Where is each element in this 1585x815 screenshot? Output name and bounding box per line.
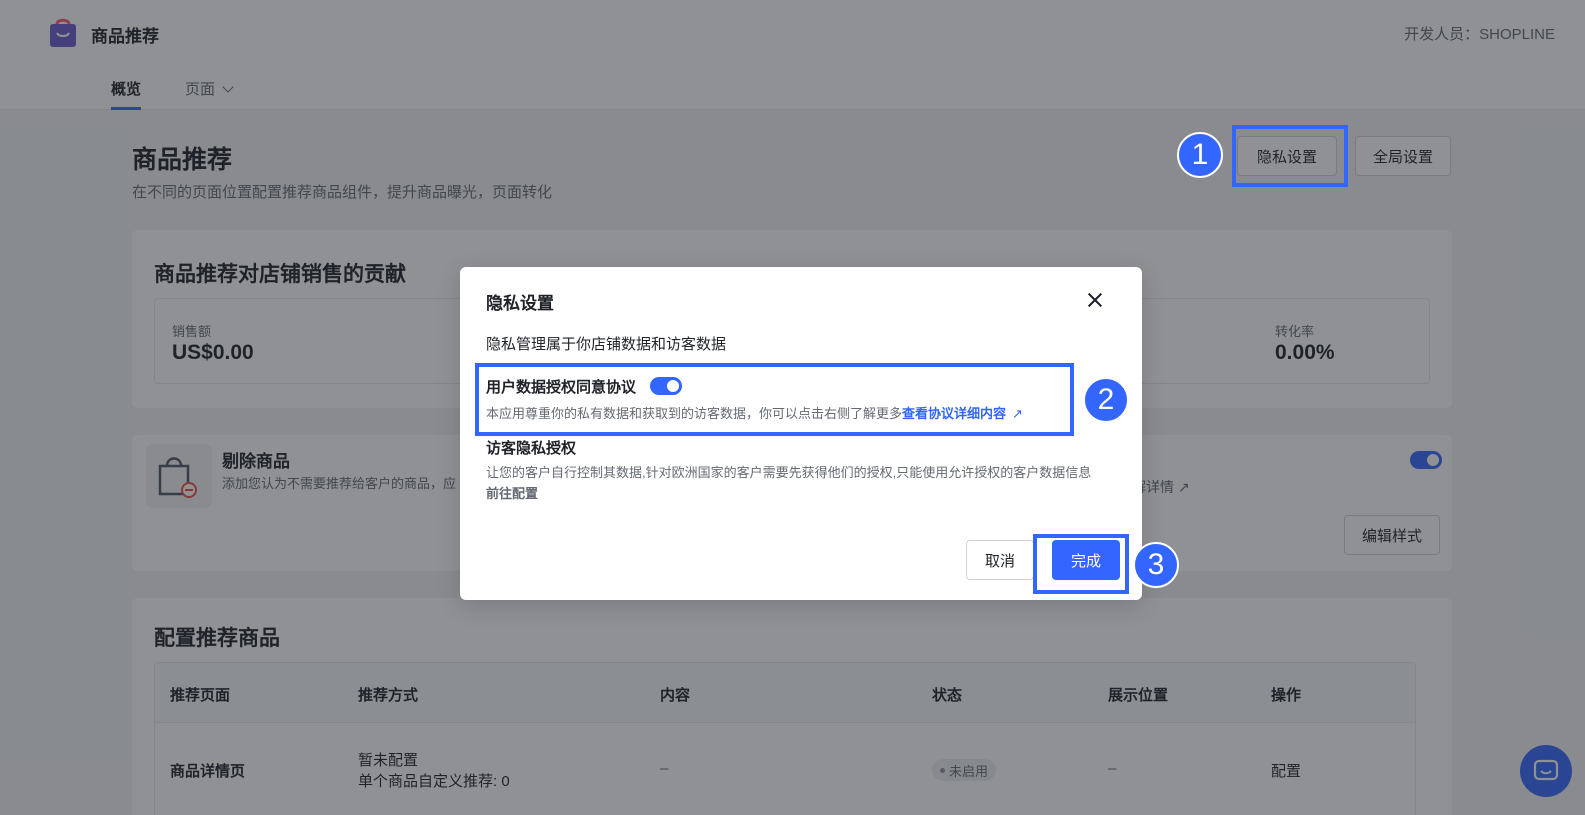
go-configure-link[interactable]: 前往配置 (486, 483, 538, 502)
agreement-toggle[interactable] (650, 377, 682, 395)
visitor-privacy-description: 让您的客户自行控制其数据,针对欧洲国家的客户需要先获得他们的授权,只能使用允许授… (486, 465, 1092, 480)
agreement-description: 本应用尊重你的私有数据和获取到的访客数据，你可以点击右侧了解更多查看协议详细内容… (486, 403, 1023, 422)
external-link-icon[interactable]: ↗ (1012, 406, 1023, 421)
view-agreement-link[interactable]: 查看协议详细内容 (902, 406, 1006, 421)
step-badge-2: 2 (1083, 377, 1129, 423)
agreement-description-text: 本应用尊重你的私有数据和获取到的访客数据，你可以点击右侧了解更多 (486, 406, 903, 421)
privacy-settings-dialog: 隐私设置 隐私管理属于你店铺数据和访客数据 用户数据授权同意协议 本应用尊重你的… (460, 267, 1142, 600)
agreement-title: 用户数据授权同意协议 (486, 379, 637, 396)
dialog-title: 隐私设置 (486, 294, 554, 313)
cancel-button[interactable]: 取消 (966, 540, 1034, 580)
step-badge-3: 3 (1133, 542, 1179, 588)
close-icon[interactable] (1080, 285, 1110, 315)
step-badge-1: 1 (1177, 132, 1223, 178)
dialog-intro: 隐私管理属于你店铺数据和访客数据 (486, 336, 727, 353)
confirm-button[interactable]: 完成 (1052, 540, 1120, 580)
visitor-privacy-title: 访客隐私授权 (486, 440, 577, 457)
